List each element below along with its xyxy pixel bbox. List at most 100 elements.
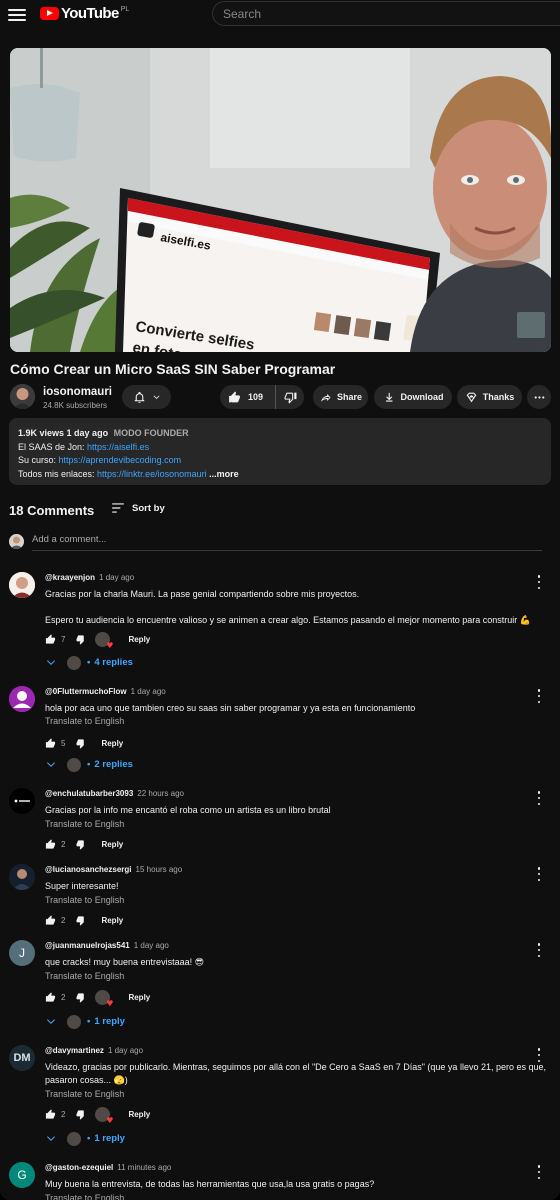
reply-button[interactable]: Reply xyxy=(101,739,123,748)
comment-author[interactable]: @0FluttermuchoFlow xyxy=(45,687,127,696)
channel-name[interactable]: iosonomauri xyxy=(43,386,112,398)
translate-link[interactable]: Translate to English xyxy=(45,971,124,981)
comment-author[interactable]: @davymartinez xyxy=(45,1046,104,1055)
comment-actions: 2 Reply xyxy=(45,837,123,851)
comment-time[interactable]: 1 day ago xyxy=(131,687,166,696)
comment-author[interactable]: @enchulatubarber3093 xyxy=(45,789,133,798)
like-button[interactable]: 109 xyxy=(220,385,276,409)
add-comment-field[interactable] xyxy=(32,534,542,551)
reply-button[interactable]: Reply xyxy=(128,993,150,1002)
like-dislike-group: 109 xyxy=(220,385,304,409)
reply-count: 4 replies xyxy=(94,657,133,668)
search-box[interactable] xyxy=(212,1,560,26)
comment-actions: 2 Reply xyxy=(45,1106,150,1125)
link-aprendevibecoding[interactable]: https://aprendevibecoding.com xyxy=(59,455,182,465)
more-actions-button[interactable] xyxy=(527,385,551,409)
comment-menu-icon[interactable] xyxy=(533,689,545,703)
view-replies-button[interactable]: • 1 reply xyxy=(45,1014,125,1029)
comment-like-count: 7 xyxy=(61,634,66,644)
video-player[interactable]: aiselfi.es Convierte selfies en fotos pr… xyxy=(10,48,551,352)
translate-link[interactable]: Translate to English xyxy=(45,716,124,726)
youtube-play-icon xyxy=(40,7,59,20)
comment-time[interactable]: 1 day ago xyxy=(134,941,169,950)
comment-avatar[interactable] xyxy=(9,864,35,890)
thanks-label: Thanks xyxy=(482,392,515,402)
translate-link[interactable]: Translate to English xyxy=(45,1193,124,1200)
comment-actions: 2 Reply xyxy=(45,913,123,927)
thumbs-down-icon[interactable] xyxy=(76,1109,87,1120)
comment-menu-icon[interactable] xyxy=(533,943,545,957)
menu-icon[interactable] xyxy=(8,6,26,22)
download-button[interactable]: Download xyxy=(374,385,452,409)
translate-link[interactable]: Translate to English xyxy=(45,819,124,829)
thumbs-up-icon[interactable] xyxy=(45,914,56,926)
thumbs-up-icon[interactable] xyxy=(45,1108,56,1120)
thumbs-up-icon[interactable] xyxy=(45,991,56,1003)
comment-actions: 7 Reply xyxy=(45,631,150,650)
youtube-logo[interactable]: YouTube PL xyxy=(40,5,129,22)
comment-avatar[interactable]: J xyxy=(9,940,35,966)
comment-avatar[interactable] xyxy=(9,686,35,712)
comment-menu-icon[interactable] xyxy=(533,867,545,881)
translate-link[interactable]: Translate to English xyxy=(45,895,124,905)
thumbs-down-icon[interactable] xyxy=(76,915,87,926)
comment-avatar[interactable]: G xyxy=(9,1162,35,1188)
comment-time[interactable]: 22 hours ago xyxy=(137,789,184,798)
reply-count: 2 replies xyxy=(94,759,133,770)
translate-link[interactable]: Translate to English xyxy=(45,1089,124,1099)
comment-count: 18 Comments xyxy=(9,503,95,518)
view-replies-button[interactable]: • 4 replies xyxy=(45,655,133,670)
thumbs-down-icon[interactable] xyxy=(76,839,87,850)
avatar-letter: DM xyxy=(13,1052,31,1064)
comment-author[interactable]: @gaston-ezequiel xyxy=(45,1163,113,1172)
sort-by-label: Sort by xyxy=(132,502,165,514)
thumbs-up-icon[interactable] xyxy=(45,838,56,850)
comment-author[interactable]: @juanmanuelrojas541 xyxy=(45,941,130,950)
add-comment-input[interactable] xyxy=(32,534,542,545)
download-icon xyxy=(385,392,392,402)
thumbs-down-icon[interactable] xyxy=(76,634,87,645)
comment-menu-icon[interactable] xyxy=(533,1165,545,1179)
comment-menu-icon[interactable] xyxy=(533,575,545,589)
reply-count: 1 reply xyxy=(94,1133,125,1144)
user-avatar xyxy=(9,534,24,549)
comment-avatar[interactable] xyxy=(9,572,35,598)
link-linktree[interactable]: https://linktr.ee/iosonomauri xyxy=(97,469,207,479)
view-replies-button[interactable]: • 2 replies xyxy=(45,757,133,772)
notifications-button[interactable] xyxy=(122,385,171,409)
comment-menu-icon[interactable] xyxy=(533,1048,545,1062)
sort-by-button[interactable]: Sort by xyxy=(111,502,165,514)
reply-button[interactable]: Reply xyxy=(101,916,123,925)
comment-menu-icon[interactable] xyxy=(533,791,545,805)
chevron-down-icon xyxy=(47,761,55,767)
comment-avatar[interactable]: DM xyxy=(9,1045,35,1071)
thanks-button[interactable]: Thanks xyxy=(457,385,522,409)
chevron-down-icon xyxy=(47,1135,55,1141)
channel-avatar[interactable] xyxy=(10,384,35,409)
comment-avatar[interactable] xyxy=(9,788,35,814)
comment-time[interactable]: 1 day ago xyxy=(99,573,134,582)
comment-author[interactable]: @kraayenjon xyxy=(45,573,95,582)
dislike-button[interactable] xyxy=(276,385,304,409)
thumbs-up-icon[interactable] xyxy=(45,633,56,645)
hashtag[interactable]: MODO FOUNDER xyxy=(114,428,189,438)
comment-time[interactable]: 1 day ago xyxy=(108,1046,143,1055)
comment-time[interactable]: 15 hours ago xyxy=(136,865,183,874)
thumbs-down-icon[interactable] xyxy=(76,992,87,1003)
reply-button[interactable]: Reply xyxy=(128,1110,150,1119)
search-input[interactable] xyxy=(223,6,560,21)
comment-header: @davymartinez 1 day ago xyxy=(45,1046,143,1055)
reply-button[interactable]: Reply xyxy=(101,840,123,849)
link-aiselfi[interactable]: https://aiselfi.es xyxy=(87,442,149,452)
share-button[interactable]: Share xyxy=(313,385,368,409)
comment-like-count: 2 xyxy=(61,915,66,925)
comment-time[interactable]: 11 minutes ago xyxy=(117,1163,171,1172)
thumbs-down-icon[interactable] xyxy=(76,738,87,749)
description-box[interactable]: 1.9K views 1 day ago MODO FOUNDER El SAA… xyxy=(9,418,551,485)
comment-author[interactable]: @lucianosanchezsergi xyxy=(45,865,132,874)
thumbs-up-icon[interactable] xyxy=(45,737,56,749)
view-replies-button[interactable]: • 1 reply xyxy=(45,1131,125,1146)
reply-button[interactable]: Reply xyxy=(128,635,150,644)
show-more-link[interactable]: ...more xyxy=(209,469,239,479)
creator-avatar-mini xyxy=(67,757,81,772)
